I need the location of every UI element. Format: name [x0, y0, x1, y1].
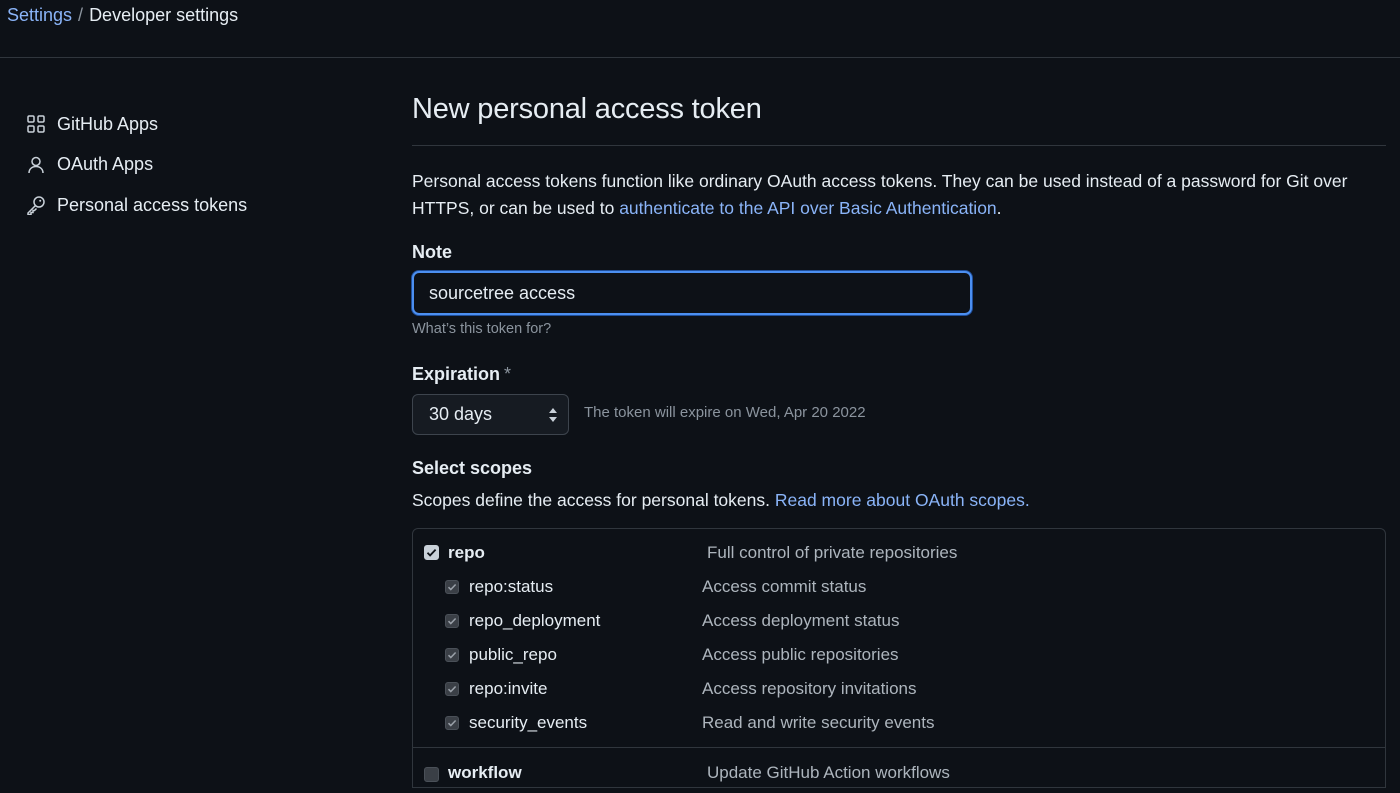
checkmark-icon: [426, 548, 437, 557]
breadcrumb-current: Developer settings: [89, 5, 239, 25]
expiration-label-text: Expiration: [412, 364, 501, 384]
required-mark: *: [504, 364, 512, 384]
checkmark-icon: [447, 719, 457, 727]
sidebar-item-personal-access-tokens[interactable]: Personal access tokens: [26, 185, 356, 226]
scopes-description-text: Scopes define the access for personal to…: [412, 490, 775, 510]
checkmark-icon: [447, 617, 457, 625]
oauth-scopes-link[interactable]: Read more about OAuth scopes.: [775, 490, 1030, 510]
sidebar-item-label: OAuth Apps: [57, 154, 154, 175]
apps-grid-icon: [26, 114, 46, 134]
scopes-description: Scopes define the access for personal to…: [412, 490, 1030, 511]
note-label: Note: [412, 242, 452, 262]
scope-name: repo: [448, 543, 485, 562]
scope-description: Access deployment status: [702, 611, 900, 630]
sidebar: GitHub Apps OAuth Apps Personal access t…: [26, 104, 356, 226]
select-arrows-icon: [548, 406, 558, 429]
row-divider: [413, 747, 1385, 748]
scope-checkbox-repo-deployment[interactable]: [445, 614, 459, 628]
scope-row-repo: repo Full control of private repositorie…: [413, 536, 1385, 570]
scope-description: Update GitHub Action workflows: [707, 763, 950, 782]
expiration-info: The token will expire on Wed, Apr 20 202…: [584, 404, 866, 421]
scope-checkbox-repo[interactable]: [424, 545, 439, 560]
scopes-heading: Select scopes: [412, 458, 533, 478]
scope-name: workflow: [448, 763, 522, 782]
breadcrumb-separator: /: [78, 5, 84, 25]
scope-row-repo-invite: repo:invite Access repository invitation…: [413, 672, 1385, 706]
person-icon: [26, 155, 46, 175]
scope-checkbox-security-events[interactable]: [445, 716, 459, 730]
scope-description: Read and write security events: [702, 713, 935, 732]
expiration-select[interactable]: 30 days: [412, 394, 569, 435]
checkmark-icon: [447, 651, 457, 659]
scope-row-security-events: security_events Read and write security …: [413, 706, 1385, 740]
scope-description: Access repository invitations: [702, 679, 917, 698]
checkmark-icon: [447, 685, 457, 693]
scope-checkbox-public-repo[interactable]: [445, 648, 459, 662]
sidebar-item-github-apps[interactable]: GitHub Apps: [26, 104, 356, 145]
scope-checkbox-repo-invite[interactable]: [445, 682, 459, 696]
sidebar-item-label: Personal access tokens: [57, 194, 248, 215]
scope-row-public-repo: public_repo Access public repositories: [413, 638, 1385, 672]
scopes-table: repo Full control of private repositorie…: [412, 528, 1386, 788]
scope-row-repo-status: repo:status Access commit status: [413, 570, 1385, 604]
expiration-label: Expiration *: [412, 364, 511, 385]
note-hint: What’s this token for?: [412, 321, 552, 337]
checkmark-icon: [447, 583, 457, 591]
scope-name: repo:invite: [469, 679, 548, 698]
scope-checkbox-repo-status[interactable]: [445, 580, 459, 594]
intro-paragraph: Personal access tokens function like ord…: [412, 168, 1382, 222]
scope-name: security_events: [469, 713, 588, 732]
key-icon: [26, 195, 46, 216]
scope-description: Access commit status: [702, 577, 867, 596]
expiration-selected-value: 30 days: [429, 404, 493, 424]
top-bar: Settings / Developer settings: [0, 0, 1400, 58]
scope-row-workflow: workflow Update GitHub Action workflows: [413, 759, 1385, 793]
scope-row-repo-deployment: repo_deployment Access deployment status: [413, 604, 1385, 638]
page-title: New personal access token: [412, 93, 762, 125]
basic-auth-link[interactable]: authenticate to the API over Basic Authe…: [619, 198, 996, 218]
intro-end: .: [996, 198, 1002, 218]
scope-description: Access public repositories: [702, 645, 899, 664]
sidebar-item-label: GitHub Apps: [57, 113, 159, 134]
title-divider: [412, 145, 1386, 146]
scope-name: public_repo: [469, 645, 557, 664]
scope-description: Full control of private repositories: [707, 543, 958, 562]
breadcrumb: Settings / Developer settings: [7, 4, 238, 26]
sidebar-item-oauth-apps[interactable]: OAuth Apps: [26, 145, 356, 186]
note-input[interactable]: [412, 271, 972, 315]
breadcrumb-settings-link[interactable]: Settings: [7, 5, 72, 25]
scope-name: repo_deployment: [469, 611, 601, 630]
scope-name: repo:status: [469, 577, 554, 596]
